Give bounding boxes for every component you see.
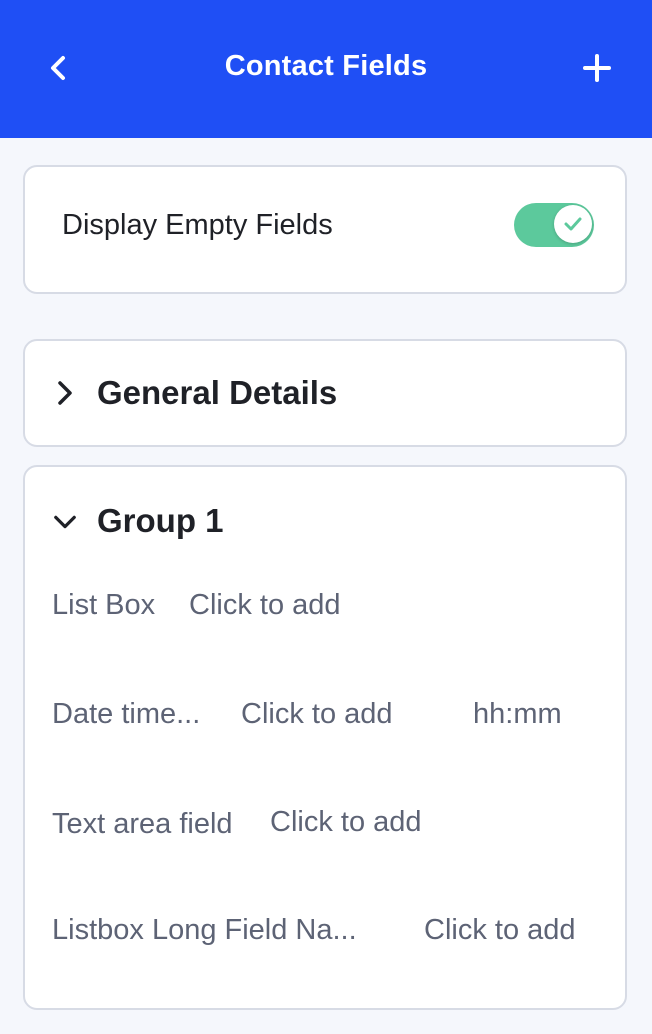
toggle-knob: [554, 205, 592, 243]
section-title-general-details: General Details: [97, 374, 338, 411]
field-value-date-time[interactable]: Click to add: [241, 698, 393, 731]
section-group-1: Group 1 List Box Click to add Date time.…: [23, 465, 627, 1010]
field-label-date-time: Date time...: [52, 698, 201, 730]
display-empty-fields-toggle[interactable]: [514, 203, 594, 247]
section-title-group-1: Group 1: [97, 502, 224, 539]
contact-fields-screen: Contact Fields Display Empty Fields Gene…: [0, 0, 652, 1034]
field-value-listbox-long[interactable]: Click to add: [424, 914, 576, 947]
field-time-placeholder[interactable]: hh:mm: [473, 698, 562, 731]
field-value-text-area[interactable]: Click to add: [270, 806, 422, 839]
chevron-right-icon: [53, 381, 77, 405]
field-label-text-area: Text area field: [52, 808, 233, 840]
group-1-header[interactable]: Group 1: [25, 467, 625, 567]
display-empty-fields-label: Display Empty Fields: [62, 209, 333, 241]
display-empty-fields-card: Display Empty Fields: [23, 165, 627, 294]
field-label-listbox-long: Listbox Long Field Na...: [52, 914, 357, 946]
field-label-list-box: List Box: [52, 589, 156, 621]
check-icon: [564, 217, 582, 231]
section-general-details[interactable]: General Details: [23, 339, 627, 447]
field-value-list-box[interactable]: Click to add: [189, 589, 341, 622]
add-field-button[interactable]: [574, 46, 620, 90]
chevron-down-icon: [53, 510, 77, 534]
page-title: Contact Fields: [224, 50, 428, 82]
header-bar: Contact Fields: [0, 0, 652, 138]
plus-icon: [583, 54, 611, 82]
